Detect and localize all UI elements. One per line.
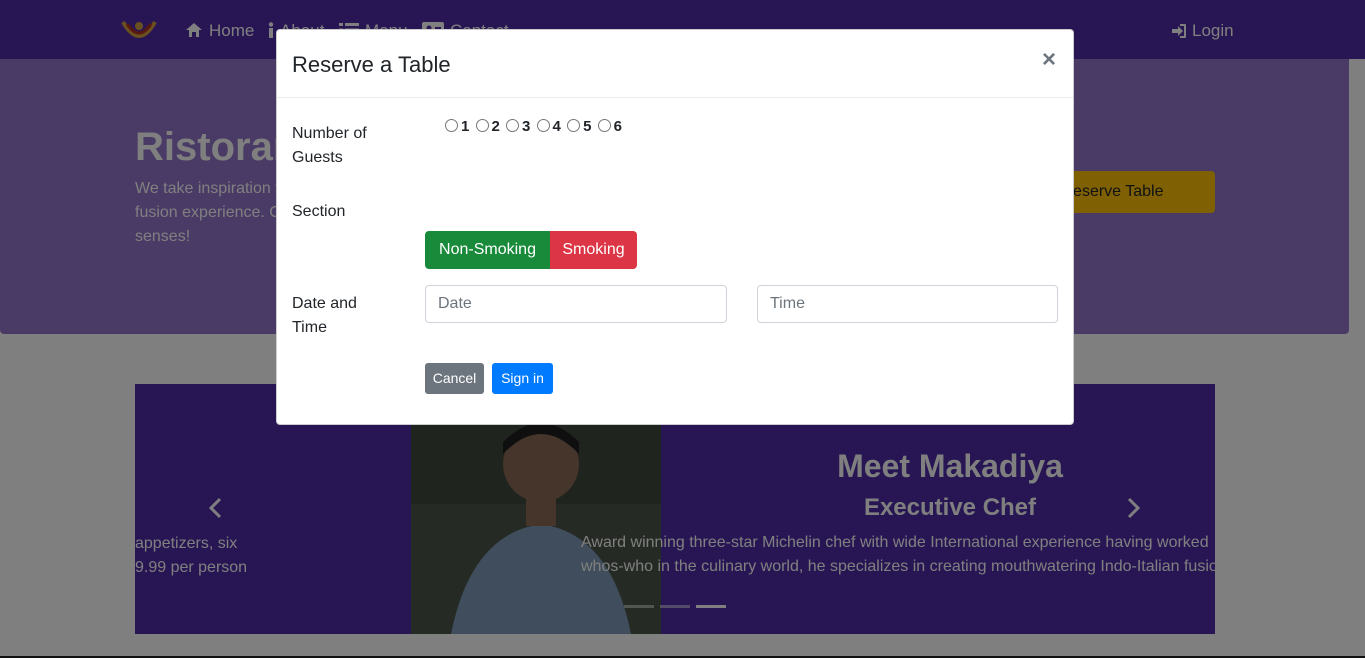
guest-option-label: 5 (583, 118, 592, 135)
radio-circle-icon[interactable] (536, 119, 550, 132)
reserve-table-modal: Reserve a Table × Number of Guests 1 2 3… (276, 29, 1074, 425)
guests-radio-group: 1 2 3 4 5 6 (445, 118, 624, 138)
smoking-button[interactable]: Smoking (550, 231, 637, 269)
modal-header: Reserve a Table × (277, 30, 1073, 98)
radio-circle-icon[interactable] (567, 119, 581, 132)
sign-in-button[interactable]: Sign in (492, 363, 553, 394)
non-smoking-button[interactable]: Non-Smoking (425, 231, 550, 269)
guest-option-6[interactable]: 6 (597, 118, 622, 135)
section-label: Section (292, 203, 346, 220)
guest-option-label: 4 (552, 118, 561, 135)
close-icon[interactable]: × (1039, 48, 1059, 72)
guest-option-3[interactable]: 3 (506, 118, 530, 135)
radio-circle-icon[interactable] (506, 119, 520, 132)
guest-option-1[interactable]: 1 (445, 118, 469, 135)
guest-option-label: 1 (461, 118, 470, 135)
guest-option-5[interactable]: 5 (567, 118, 591, 135)
date-input[interactable]: Date (425, 285, 727, 323)
guest-option-label: 2 (491, 118, 500, 135)
guest-option-label: 3 (522, 118, 531, 135)
radio-circle-icon[interactable] (475, 119, 489, 132)
modal-title: Reserve a Table (292, 52, 451, 77)
radio-circle-icon[interactable] (445, 119, 458, 132)
radio-circle-icon[interactable] (597, 119, 611, 132)
datetime-label: Date and Time (292, 295, 357, 336)
guests-label: Number of Guests (292, 125, 367, 166)
guest-option-4[interactable]: 4 (536, 118, 561, 135)
guest-option-label: 6 (613, 118, 622, 135)
guest-option-2[interactable]: 2 (475, 118, 500, 135)
time-input[interactable]: Time (757, 285, 1058, 323)
cancel-button[interactable]: Cancel (425, 363, 484, 394)
